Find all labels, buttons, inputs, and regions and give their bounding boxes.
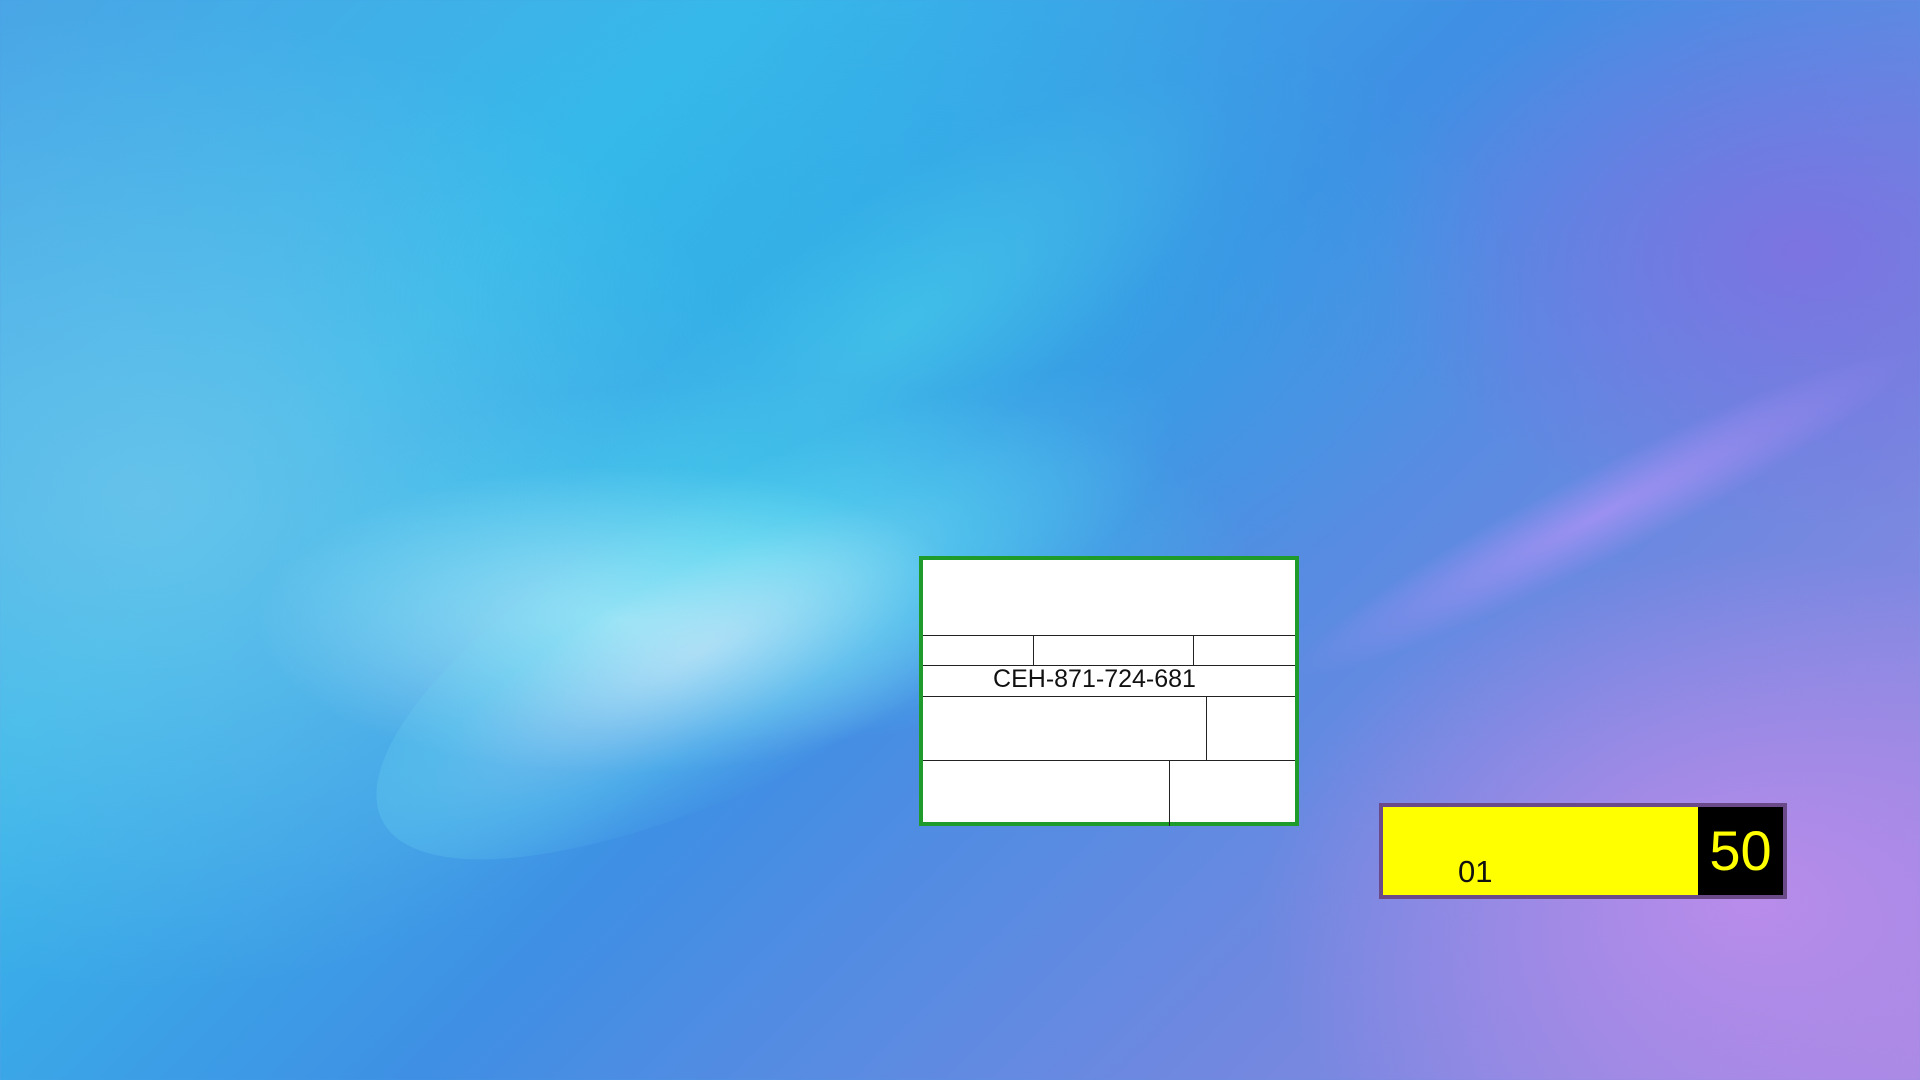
counter-left-panel: 01 xyxy=(1383,807,1698,895)
wallpaper-streak xyxy=(1267,316,1920,714)
form-divider xyxy=(1193,635,1194,665)
form-divider xyxy=(1169,760,1170,826)
form-divider xyxy=(923,696,1295,697)
form-divider xyxy=(1033,635,1034,665)
counter-widget: 01 50 xyxy=(1379,803,1787,899)
counter-left-value: 01 xyxy=(1458,854,1493,889)
form-divider xyxy=(923,635,1295,636)
form-divider xyxy=(923,760,1295,761)
form-divider xyxy=(1206,696,1207,760)
reference-code: CEH-871-724-681 xyxy=(993,665,1196,693)
counter-right-value: 50 xyxy=(1698,807,1783,895)
form-card: CEH-871-724-681 xyxy=(919,556,1299,826)
